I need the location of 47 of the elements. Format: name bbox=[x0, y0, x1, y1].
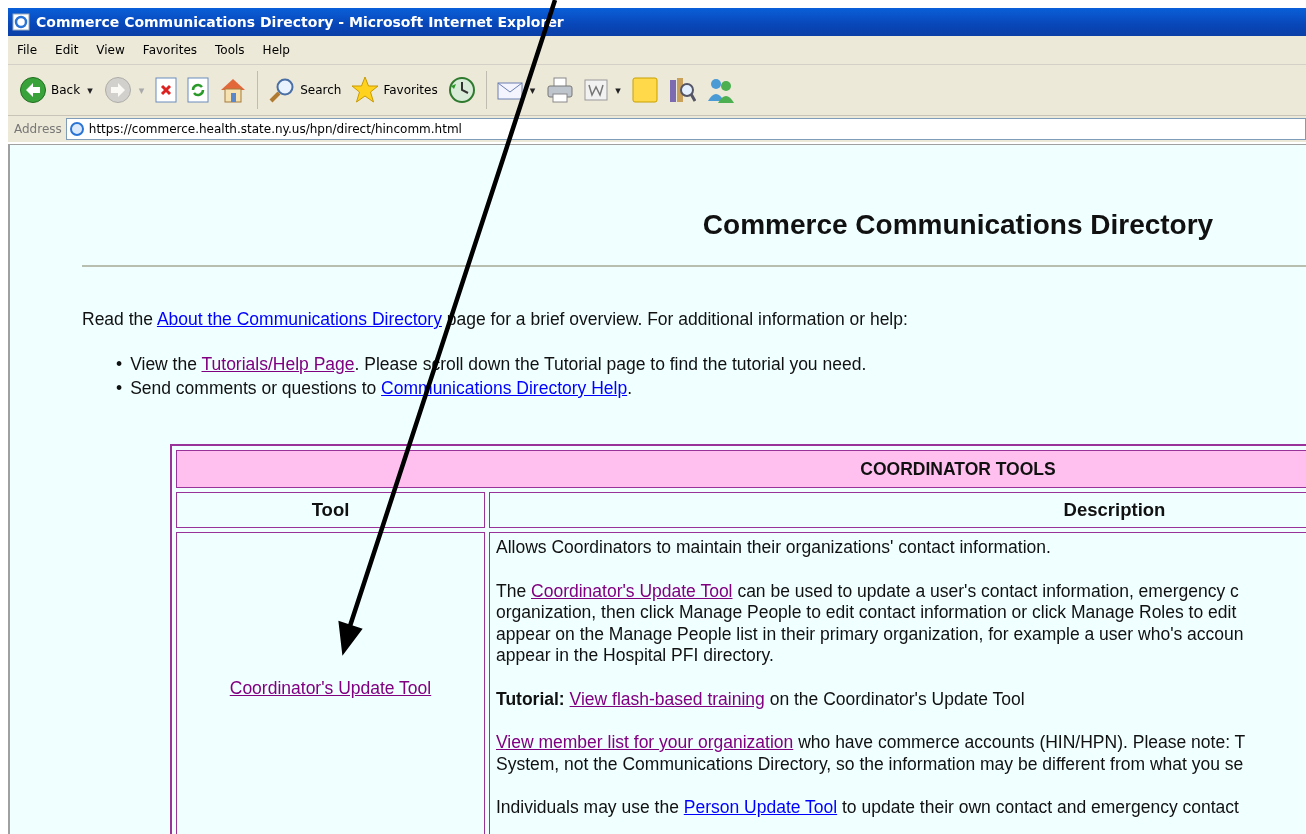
toolbar-button[interactable]: Favorites bbox=[348, 76, 441, 104]
link[interactable]: Coordinator's Update Tool bbox=[229, 678, 432, 699]
address-label: Address bbox=[14, 122, 62, 136]
dropdown-caret[interactable]: ▾ bbox=[87, 83, 93, 97]
table-title: COORDINATOR TOOLS bbox=[176, 450, 1306, 488]
browser-icon bbox=[12, 13, 30, 31]
bullet-marker: • bbox=[116, 353, 123, 376]
books-magnifier-icon bbox=[667, 76, 696, 104]
document-edit-icon bbox=[584, 79, 609, 101]
link[interactable]: View flash-based training bbox=[569, 688, 765, 709]
description-line: appear in the Hospital PFI directory. bbox=[496, 645, 774, 667]
description-line: appear on the Manage People list in their primary organization, for example a user who's accoun bbox=[496, 623, 1244, 645]
star-icon bbox=[351, 76, 380, 104]
address-field[interactable]: https://commerce.health.state.ny.us/hpn/direct/hincomm.html bbox=[65, 118, 1306, 140]
menu-item[interactable]: Help bbox=[253, 43, 299, 57]
menu-item[interactable]: Tools bbox=[206, 43, 254, 57]
dropdown-caret[interactable]: ▾ bbox=[615, 83, 621, 97]
link[interactable]: Coordinator's Update Tool bbox=[531, 580, 733, 601]
column-header: Tool bbox=[176, 492, 485, 528]
description-line: organization, then click Manage People to edit contact information or click Manage Roles to edit bbox=[496, 602, 1237, 624]
refresh-icon bbox=[187, 77, 210, 103]
menu-item[interactable]: View bbox=[87, 43, 134, 57]
people-icon bbox=[705, 76, 736, 104]
toolbar-button[interactable]: Back bbox=[16, 76, 84, 104]
menu-item[interactable]: Edit bbox=[46, 43, 88, 57]
page-heading: Commerce Communications Directory bbox=[701, 208, 1215, 241]
printer-icon bbox=[546, 77, 575, 103]
bullet-marker: • bbox=[116, 377, 123, 400]
note-icon bbox=[631, 77, 658, 103]
menu-item[interactable]: Favorites bbox=[133, 43, 207, 57]
link[interactable]: About the Communications Directory bbox=[156, 309, 442, 329]
menu-item[interactable]: File bbox=[8, 43, 47, 57]
dropdown-caret[interactable]: ▾ bbox=[529, 83, 536, 97]
description-line: Individuals may use the Person Update Tool to update their own contact and emergency contact bbox=[496, 797, 1239, 819]
description-line: View member list for your organization who have commerce accounts (HIN/HPN). Please note: T bbox=[496, 732, 1246, 754]
history-clock-icon bbox=[447, 76, 476, 104]
link[interactable]: View member list for your organization bbox=[496, 732, 794, 752]
toolbar-button[interactable]: Search bbox=[265, 76, 345, 104]
link[interactable]: Person Update Tool bbox=[683, 797, 838, 817]
description-line: Allows Coordinators to maintain their organizations' contact information. bbox=[496, 537, 1051, 559]
page-icon bbox=[68, 121, 85, 137]
description-line: The Coordinator's Update Tool can be used to update a user's contact information, emergency c bbox=[496, 580, 1239, 602]
description-line: System, not the Communications Directory, so the information may be different from what you se bbox=[496, 753, 1244, 775]
description-line: Tutorial: View flash-based training on the Coordinator's Update Tool bbox=[496, 688, 1025, 710]
column-header: Description bbox=[489, 492, 1306, 528]
stop-icon bbox=[155, 77, 178, 103]
link[interactable]: Tutorials/Help Page bbox=[201, 354, 355, 374]
